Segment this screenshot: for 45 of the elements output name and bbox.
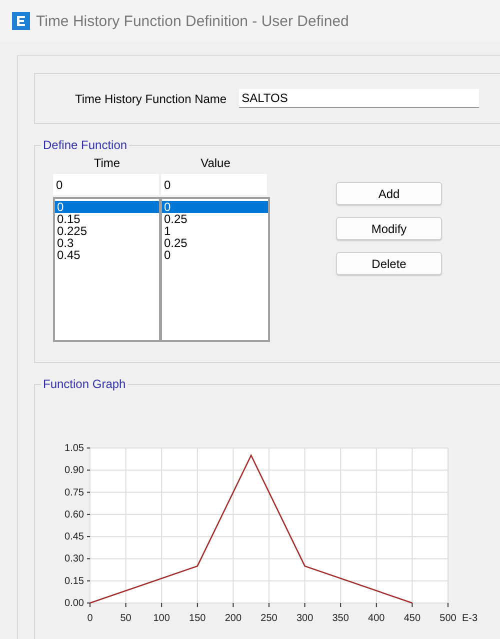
field-label: Time History Function Name <box>75 92 227 106</box>
list-item[interactable]: 1 <box>162 225 268 237</box>
list-item[interactable]: 0.225 <box>55 225 159 237</box>
axis-label: 500 <box>440 613 456 624</box>
axis-label: 400 <box>368 613 385 624</box>
axis-label: 250 <box>260 613 278 624</box>
axis-label: 0.90 <box>64 465 84 476</box>
axis-label: 200 <box>224 613 242 624</box>
column-header: Time <box>92 156 122 172</box>
list-item[interactable]: 0 <box>55 201 159 213</box>
window-title: Time History Function Definition - User Defined <box>36 12 349 30</box>
group-title: Define Function <box>42 138 128 152</box>
axis-label: 150 <box>189 613 206 624</box>
axis-label: 0 <box>87 613 93 624</box>
column-header: Value <box>200 156 232 172</box>
axis-label: 0.45 <box>64 532 84 543</box>
axis-label: 0.75 <box>64 487 84 498</box>
axis-label: 350 <box>332 613 349 624</box>
action-button[interactable]: Delete <box>336 252 442 275</box>
axis-label: 450 <box>404 613 421 624</box>
list-item[interactable]: 0 <box>162 249 268 261</box>
axis-label: 1.05 <box>64 443 84 454</box>
axis-title: E-3 <box>462 613 478 624</box>
axis-label: 300 <box>296 613 314 624</box>
action-button[interactable]: Modify <box>336 217 442 240</box>
group-title: Function Graph <box>42 377 127 391</box>
input-field[interactable]: 0 <box>53 174 159 195</box>
list-item[interactable]: 0.25 <box>162 213 268 225</box>
list-item[interactable]: 0 <box>162 201 268 213</box>
axis-label: 100 <box>153 613 170 624</box>
input-field[interactable]: 0 <box>161 174 267 195</box>
list-item[interactable]: 0.3 <box>55 237 159 249</box>
axis-label: 50 <box>120 613 132 624</box>
list-item[interactable]: 0.15 <box>55 213 159 225</box>
action-button[interactable]: Add <box>336 182 442 205</box>
time-list[interactable]: 0 0.15 0.225 0.3 0.45 <box>53 197 161 342</box>
value-list[interactable]: 0 0.25 1 0.25 0 <box>161 197 270 342</box>
axis-label: 0.60 <box>64 509 84 520</box>
app-icon <box>12 12 30 30</box>
list-item[interactable]: 0.25 <box>162 237 268 249</box>
axis-label: 0.30 <box>64 554 84 565</box>
axis-label: 0.15 <box>64 576 84 587</box>
list-item[interactable]: 0.45 <box>55 249 159 261</box>
name-field[interactable]: SALTOS <box>238 89 479 108</box>
axis-label: 0.00 <box>64 598 84 609</box>
